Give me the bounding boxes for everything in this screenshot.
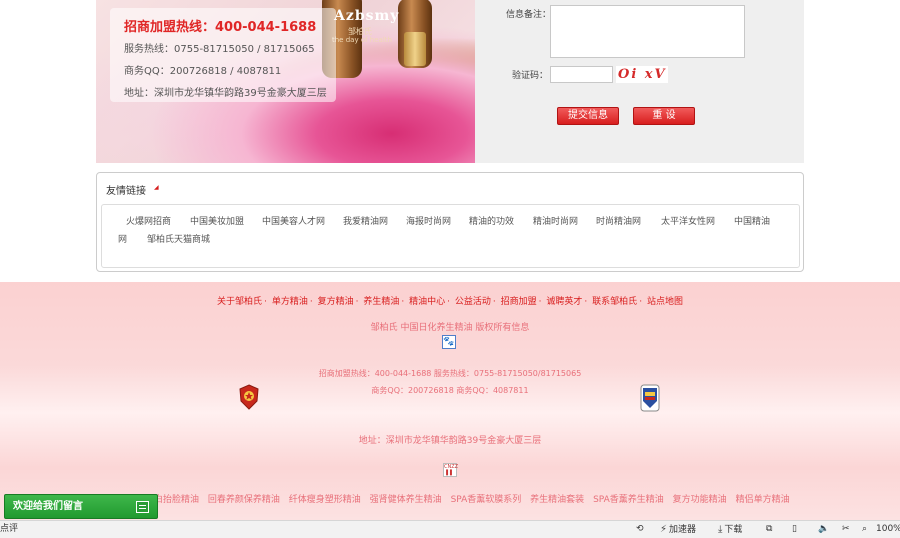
nav-separator: · (447, 297, 450, 307)
friend-link[interactable]: 邹柏氏天猫商城 (147, 232, 210, 245)
nav-separator: · (309, 297, 313, 307)
accelerator-icon: ⚡ (660, 524, 668, 535)
zoom-icon[interactable]: ⌕ (862, 521, 867, 538)
footer-address: 地址：深圳市龙华镇华韵路39号金豪大厦三层 (358, 436, 542, 446)
nav-separator: · (401, 297, 405, 307)
friend-link[interactable]: 中国美妆加盟 (190, 214, 244, 227)
refresh-icon[interactable]: ⟲ (636, 521, 644, 538)
site-footer: 关于邹柏氏 · 单方精油 · 复方精油 · 养生精油 · 精油中心 · 公益活动 · 招商加… (0, 282, 900, 520)
browser-status-bar: 点评 ⟲ ⚡ 加速器 ⤓ 下载 ⧉ ▯ 🔈 ✂ ⌕ 100% (0, 520, 900, 538)
nav-separator: · (584, 297, 588, 307)
friend-link[interactable]: 海报时尚网 (406, 214, 451, 227)
brand-logo-text: Azbsmy (334, 8, 400, 24)
leave-message-label: 欢迎给我们留言 (13, 501, 83, 512)
copyright-text: 邹柏氏 中国日化养生精油 版权所有信息 (370, 323, 530, 333)
friend-links-panel: 友情链接 ◢ 火爆网招商 中国美妆加盟 中国美容人才网 我爱精油网 海报时尚网 … (96, 172, 804, 272)
product-links: 经美白抬脸精油 回春养颜保养精油 纤体瘦身塑形精油 强肾健体养生精油 SPA香薰… (136, 492, 796, 505)
screenshot-icon[interactable]: ⧉ (766, 521, 772, 538)
friend-link[interactable]: 网 (118, 232, 127, 245)
product-bottle-image (398, 0, 432, 68)
bottle-cap (404, 32, 426, 66)
product-link[interactable]: 纤体瘦身塑形精油 (289, 495, 361, 505)
footer-nav-link[interactable]: 招商加盟 (501, 297, 537, 307)
footer-nav: 关于邹柏氏 · 单方精油 · 复方精油 · 养生精油 · 精油中心 · 公益活动 · 招商加… (0, 294, 900, 307)
friend-link[interactable]: 时尚精油网 (596, 214, 641, 227)
footer-nav-link[interactable]: 单方精油 (272, 297, 308, 307)
nav-separator: · (639, 297, 643, 307)
trust-shield-icon[interactable] (640, 384, 660, 412)
friend-links-title: 友情链接 (106, 186, 146, 197)
speaker-icon[interactable]: 🔈 (818, 521, 829, 538)
footer-nav-link[interactable]: 关于邹柏氏 (217, 297, 262, 307)
page: Azbsmy 邹柏氏 the day of health 招商加盟热线：400-… (0, 0, 900, 538)
nav-separator: · (538, 297, 542, 307)
captcha-input[interactable] (550, 66, 613, 83)
service-hotline: 服务热线：0755-81715050 / 81715065 (124, 44, 315, 55)
submit-button[interactable]: 提交信息 (557, 107, 619, 125)
captcha-label: 验证码： (512, 71, 549, 81)
friend-link[interactable]: 精油的功效 (469, 214, 514, 227)
download-icon: ⤓ (718, 524, 723, 535)
promo-banner: Azbsmy 邹柏氏 the day of health 招商加盟热线：400-… (96, 0, 475, 163)
download-label: 下载 (724, 525, 743, 535)
footer-nav-link[interactable]: 复方精油 (318, 297, 354, 307)
status-text: 点评 (0, 524, 19, 534)
friend-link[interactable]: 太平洋女性网 (661, 214, 715, 227)
triangle-icon: ◢ (154, 184, 159, 191)
nav-separator: · (492, 297, 496, 307)
footer-nav-link[interactable]: 养生精油 (363, 297, 399, 307)
product-link[interactable]: 回春养颜保养精油 (208, 495, 280, 505)
scissors-icon[interactable]: ✂ (842, 521, 850, 538)
accelerator-button[interactable]: ⚡ 加速器 (660, 521, 696, 538)
friend-link[interactable]: 我爱精油网 (343, 214, 388, 227)
footer-nav-link[interactable]: 诚聘英才 (546, 297, 582, 307)
footer-nav-link[interactable]: 站点地图 (647, 297, 683, 307)
footer-hotlines: 招商加盟热线：400-044-1688 服务热线：0755-81715050/8… (318, 369, 582, 378)
product-link[interactable]: 强肾健体养生精油 (370, 495, 442, 505)
stats-counter-icon[interactable]: CNZZ ▌▌ (443, 463, 458, 477)
message-form: 信息备注： 验证码： Oi xV 提交信息 重 设 (475, 0, 804, 163)
friend-link[interactable]: 中国美容人才网 (262, 214, 325, 227)
product-link[interactable]: SPA香薰养生精油 (593, 495, 664, 505)
note-label: 信息备注： (506, 10, 552, 20)
minimize-icon[interactable] (136, 501, 149, 513)
nav-separator: · (355, 297, 359, 307)
paw-icon[interactable]: 🐾 (442, 335, 456, 349)
friend-links-list: 火爆网招商 中国美妆加盟 中国美容人才网 我爱精油网 海报时尚网 精油的功效 精… (101, 204, 800, 268)
product-link[interactable]: 精侣单方精油 (736, 495, 790, 505)
business-qq: 商务QQ：200726818 / 4087811 (124, 66, 282, 77)
footer-qq: 商务QQ：200726818 商务QQ：4087811 (371, 386, 529, 395)
police-badge-icon[interactable] (238, 384, 260, 410)
reset-button[interactable]: 重 设 (633, 107, 695, 125)
product-link[interactable]: SPA香薰软膜系列 (451, 495, 522, 505)
friend-link[interactable]: 精油时尚网 (533, 214, 578, 227)
friend-link[interactable]: 火爆网招商 (126, 214, 171, 227)
captcha-image[interactable]: Oi xV (616, 66, 668, 83)
brand-tagline: the day of health (332, 36, 392, 44)
franchise-hotline: 招商加盟热线：400-044-1688 (124, 20, 317, 35)
friend-link[interactable]: 中国精油 (734, 214, 770, 227)
download-button[interactable]: ⤓ 下载 (718, 521, 742, 538)
note-textarea[interactable] (550, 5, 745, 58)
leave-message-tab[interactable]: 欢迎给我们留言 (4, 494, 158, 519)
footer-nav-link[interactable]: 公益活动 (455, 297, 491, 307)
mobile-icon[interactable]: ▯ (792, 521, 797, 538)
footer-nav-link[interactable]: 精油中心 (409, 297, 445, 307)
product-link[interactable]: 复方功能精油 (673, 495, 727, 505)
product-link[interactable]: 养生精油套装 (530, 495, 584, 505)
zoom-level[interactable]: 100% (876, 521, 900, 538)
company-address: 地址：深圳市龙华镇华韵路39号金豪大厦三层 (124, 88, 327, 99)
nav-separator: · (264, 297, 267, 307)
footer-nav-link[interactable]: 联系邹柏氏 (592, 297, 637, 307)
accelerator-label: 加速器 (669, 525, 697, 535)
